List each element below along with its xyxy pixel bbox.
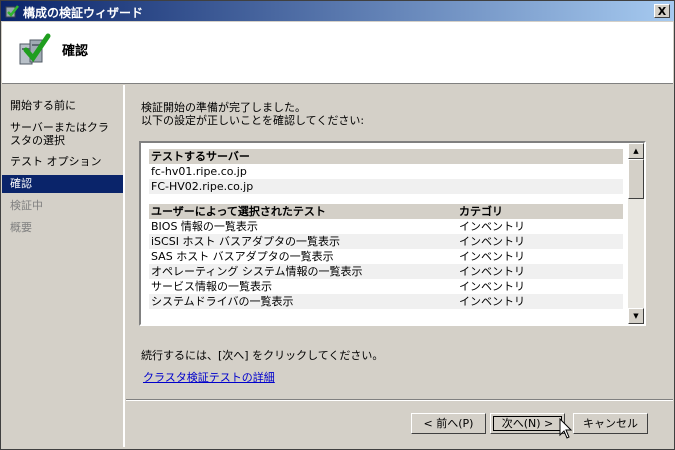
validation-checkmark-icon <box>19 33 51 65</box>
test-category: インベントリ <box>459 220 525 233</box>
title-bar[interactable]: 構成の検証ウィザード X <box>1 1 674 21</box>
mouse-cursor-icon <box>559 418 573 439</box>
test-name: SAS ホスト バスアダプタの一覧表示 <box>151 250 334 263</box>
test-name: BIOS 情報の一覧表示 <box>151 220 258 233</box>
validation-wizard-icon <box>5 5 19 18</box>
test-row: BIOS 情報の一覧表示 インベントリ <box>149 219 623 234</box>
servers-header: テストするサーバー <box>151 150 250 163</box>
test-row: サービス情報の一覧表示 インベントリ <box>149 279 623 294</box>
category-header: カテゴリ <box>459 205 503 218</box>
intro-line-2: 以下の設定が正しいことを確認してください: <box>141 114 365 127</box>
tests-header-row: ユーザーによって選択されたテスト カテゴリ <box>149 204 623 219</box>
scroll-down-button[interactable]: ▼ <box>628 308 644 324</box>
vertical-scrollbar[interactable]: ▲ ▼ <box>628 143 644 324</box>
page-title: 確認 <box>62 44 89 59</box>
nav-step-validating: 検証中 <box>10 199 43 212</box>
test-row: SAS ホスト バスアダプタの一覧表示 インベントリ <box>149 249 623 264</box>
cancel-button[interactable]: キャンセル <box>573 413 648 434</box>
validation-tests-details-link[interactable]: クラスタ検証テストの詳細 <box>143 369 275 385</box>
wizard-window: 構成の検証ウィザード X 確認 開始する前に サーバーまたはクラスタの選択 テス… <box>0 0 675 450</box>
wizard-header: 確認 <box>2 22 673 84</box>
close-button[interactable]: X <box>654 4 670 18</box>
listbox-content: テストするサーバー fc-hv01.ripe.co.jp FC-HV02.rip… <box>149 149 623 309</box>
nav-step-test-options[interactable]: テスト オプション <box>2 155 123 168</box>
test-category: インベントリ <box>459 250 525 263</box>
nav-step-before-you-begin[interactable]: 開始する前に <box>2 99 123 112</box>
test-row: システムドライバの一覧表示 インベントリ <box>149 294 623 309</box>
nav-step-confirmation[interactable]: 確認 <box>2 175 123 193</box>
back-button[interactable]: < 前へ(P) <box>411 413 486 434</box>
test-name: iSCSI ホスト バスアダプタの一覧表示 <box>151 235 340 248</box>
test-category: インベントリ <box>459 295 525 308</box>
test-name: システムドライバの一覧表示 <box>151 295 294 308</box>
intro-line-1: 検証開始の準備が完了しました。 <box>141 101 306 114</box>
scroll-up-button[interactable]: ▲ <box>628 143 644 159</box>
content-pane: 検証開始の準備が完了しました。 以下の設定が正しいことを確認してください: テス… <box>126 85 673 447</box>
server-row: FC-HV02.ripe.co.jp <box>149 179 623 194</box>
test-category: インベントリ <box>459 280 525 293</box>
nav-step-select-servers[interactable]: サーバーまたはクラスタの選択 <box>2 121 123 147</box>
server-row: fc-hv01.ripe.co.jp <box>149 164 623 179</box>
footer-divider <box>126 399 673 401</box>
test-category: インベントリ <box>459 235 525 248</box>
test-row: iSCSI ホスト バスアダプタの一覧表示 インベントリ <box>149 234 623 249</box>
nav-step-summary: 概要 <box>10 221 32 234</box>
next-button[interactable]: 次へ(N) > <box>490 413 565 434</box>
server-name: FC-HV02.ripe.co.jp <box>151 180 254 193</box>
tests-header: ユーザーによって選択されたテスト <box>151 205 326 218</box>
servers-header-row: テストするサーバー <box>149 149 623 164</box>
scroll-thumb[interactable] <box>628 159 644 199</box>
window-title: 構成の検証ウィザード <box>23 6 144 20</box>
test-name: オペレーティング システム情報の一覧表示 <box>151 265 363 278</box>
test-row: オペレーティング システム情報の一覧表示 インベントリ <box>149 264 623 279</box>
test-category: インベントリ <box>459 265 525 278</box>
wizard-step-nav: 開始する前に サーバーまたはクラスタの選択 テスト オプション 確認 検証中 概… <box>2 85 125 447</box>
test-name: サービス情報の一覧表示 <box>151 280 272 293</box>
intro-text: 検証開始の準備が完了しました。 以下の設定が正しいことを確認してください: <box>141 101 661 127</box>
confirmation-listbox[interactable]: テストするサーバー fc-hv01.ripe.co.jp FC-HV02.rip… <box>139 141 646 326</box>
server-name: fc-hv01.ripe.co.jp <box>151 165 247 178</box>
continue-instruction: 続行するには、[次へ] をクリックしてください。 <box>141 349 384 362</box>
